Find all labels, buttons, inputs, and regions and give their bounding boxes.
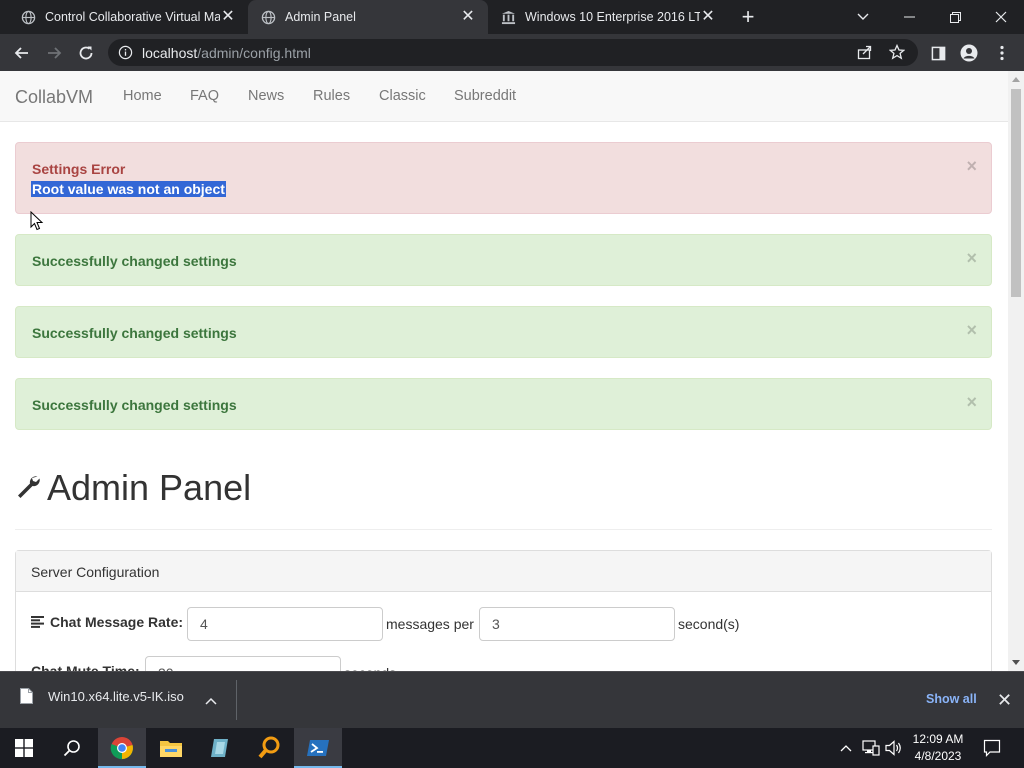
minimize-icon[interactable] <box>886 0 932 34</box>
close-alert-icon[interactable]: × <box>966 157 977 175</box>
file-explorer-icon[interactable] <box>147 728 195 768</box>
close-tab-icon[interactable]: ✕ <box>220 9 236 25</box>
forward-icon[interactable] <box>41 40 67 66</box>
success-alert: Successfully changed settings × <box>15 378 992 430</box>
chat-rate-seconds-input[interactable] <box>479 607 675 641</box>
globe-icon <box>260 9 276 25</box>
taskbar-clock[interactable]: 12:09 AM 4/8/2023 <box>906 731 970 765</box>
browser-toolbar: localhost/admin/config.html <box>0 34 1024 71</box>
page-viewport: CollabVM Home FAQ News Rules Classic Sub… <box>0 71 1008 671</box>
info-icon[interactable] <box>118 45 133 60</box>
nav-link-faq[interactable]: FAQ <box>190 88 219 104</box>
tab-search-icon[interactable] <box>840 0 886 34</box>
scrollbar-thumb[interactable] <box>1011 89 1021 297</box>
chat-mute-label-text: Chat Mute Time: <box>31 663 140 671</box>
address-bar[interactable]: localhost/admin/config.html <box>108 39 918 66</box>
chat-rate-label-text: Chat Message Rate: <box>50 614 184 630</box>
file-icon <box>20 688 33 704</box>
windows-taskbar: 12:09 AM 4/8/2023 <box>0 728 1024 768</box>
scroll-up-icon[interactable] <box>1012 77 1020 82</box>
browser-tab-strip: Control Collaborative Virtual Mac ✕ Admi… <box>0 0 1024 34</box>
nav-link-home[interactable]: Home <box>123 88 162 104</box>
nav-link-news[interactable]: News <box>248 88 284 104</box>
alert-message: Root value was not an object <box>31 181 226 197</box>
success-alert: Successfully changed settings × <box>15 234 992 286</box>
chat-rate-unit-text: second(s) <box>678 616 740 632</box>
close-download-bar-icon[interactable]: ✕ <box>997 690 1012 711</box>
close-tab-icon[interactable]: ✕ <box>460 9 476 25</box>
tab-collabvm[interactable]: Control Collaborative Virtual Mac ✕ <box>0 0 248 34</box>
chevron-up-icon[interactable] <box>205 692 217 710</box>
site-navbar: CollabVM Home FAQ News Rules Classic Sub… <box>0 71 1008 122</box>
success-alert: Successfully changed settings × <box>15 306 992 358</box>
show-all-downloads-button[interactable]: Show all <box>926 692 977 706</box>
close-tab-icon[interactable]: ✕ <box>700 9 716 25</box>
wrench-icon <box>15 473 41 504</box>
server-config-panel: Server Configuration Chat Message Rate: … <box>15 550 992 671</box>
virtual-disk-icon[interactable] <box>196 728 244 768</box>
divider <box>15 529 992 530</box>
clock-time: 12:09 AM <box>912 732 964 746</box>
chat-rate-label: Chat Message Rate: <box>31 614 183 630</box>
archive-icon <box>500 9 516 25</box>
action-center-icon[interactable] <box>978 728 1006 768</box>
chat-rate-between-text: messages per <box>386 616 474 632</box>
clock-date: 4/8/2023 <box>914 749 962 763</box>
nav-link-classic[interactable]: Classic <box>379 88 426 104</box>
tab-title: Control Collaborative Virtual Mac <box>45 10 220 24</box>
menu-kebab-icon[interactable] <box>989 40 1015 66</box>
chat-mute-label: Chat Mute Time: <box>31 663 140 671</box>
alert-message: Successfully changed settings <box>32 397 237 413</box>
globe-icon <box>20 9 36 25</box>
url-path: /admin/config.html <box>197 45 311 61</box>
tab-windows10[interactable]: Windows 10 Enterprise 2016 LTSB ✕ <box>488 0 728 34</box>
volume-icon[interactable] <box>883 728 905 768</box>
tab-admin-panel[interactable]: Admin Panel ✕ <box>248 0 488 34</box>
alert-message: Successfully changed settings <box>32 253 237 269</box>
close-window-icon[interactable] <box>978 0 1024 34</box>
download-item[interactable]: Win10.x64.lite.v5-IK.iso <box>20 688 184 704</box>
search-icon[interactable] <box>48 728 96 768</box>
nav-link-subreddit[interactable]: Subreddit <box>454 88 516 104</box>
alert-title: Settings Error <box>32 161 126 177</box>
page-title: Admin Panel <box>15 467 251 509</box>
chrome-icon[interactable] <box>98 728 146 768</box>
site-brand[interactable]: CollabVM <box>15 87 93 108</box>
panel-heading: Server Configuration <box>16 551 991 592</box>
page-scrollbar[interactable] <box>1008 71 1024 671</box>
tab-title: Windows 10 Enterprise 2016 LTSB <box>525 10 700 24</box>
new-tab-button[interactable]: + <box>738 6 758 28</box>
powershell-icon[interactable] <box>294 728 342 768</box>
magnifier-app-icon[interactable] <box>245 728 293 768</box>
align-left-icon <box>31 616 45 628</box>
url-host: localhost <box>142 45 198 61</box>
bookmark-star-icon[interactable] <box>888 43 906 65</box>
mouse-cursor-icon <box>30 210 44 236</box>
close-alert-icon[interactable]: × <box>966 393 977 411</box>
reload-icon[interactable] <box>73 40 99 66</box>
close-alert-icon[interactable]: × <box>966 249 977 267</box>
windows-start-icon[interactable] <box>0 728 48 768</box>
tab-title: Admin Panel <box>285 10 356 24</box>
alert-message: Successfully changed settings <box>32 325 237 341</box>
url-text: localhost/admin/config.html <box>142 45 311 61</box>
download-filename: Win10.x64.lite.v5-IK.iso <box>48 688 184 704</box>
download-bar: Win10.x64.lite.v5-IK.iso Show all ✕ <box>0 671 1024 728</box>
profile-icon[interactable] <box>956 40 982 66</box>
scroll-down-icon[interactable] <box>1012 660 1020 665</box>
restore-icon[interactable] <box>932 0 978 34</box>
settings-error-alert: Settings Error Root value was not an obj… <box>15 142 992 214</box>
side-panel-icon[interactable] <box>925 40 951 66</box>
show-hidden-icons-icon[interactable] <box>837 728 855 768</box>
network-icon[interactable] <box>860 728 882 768</box>
nav-link-rules[interactable]: Rules <box>313 88 350 104</box>
share-icon[interactable] <box>857 44 873 65</box>
chat-rate-messages-input[interactable] <box>187 607 383 641</box>
close-alert-icon[interactable]: × <box>966 321 977 339</box>
chat-mute-input[interactable] <box>145 656 341 671</box>
divider <box>236 680 237 720</box>
page-title-text: Admin Panel <box>47 467 252 508</box>
back-icon[interactable] <box>9 40 35 66</box>
